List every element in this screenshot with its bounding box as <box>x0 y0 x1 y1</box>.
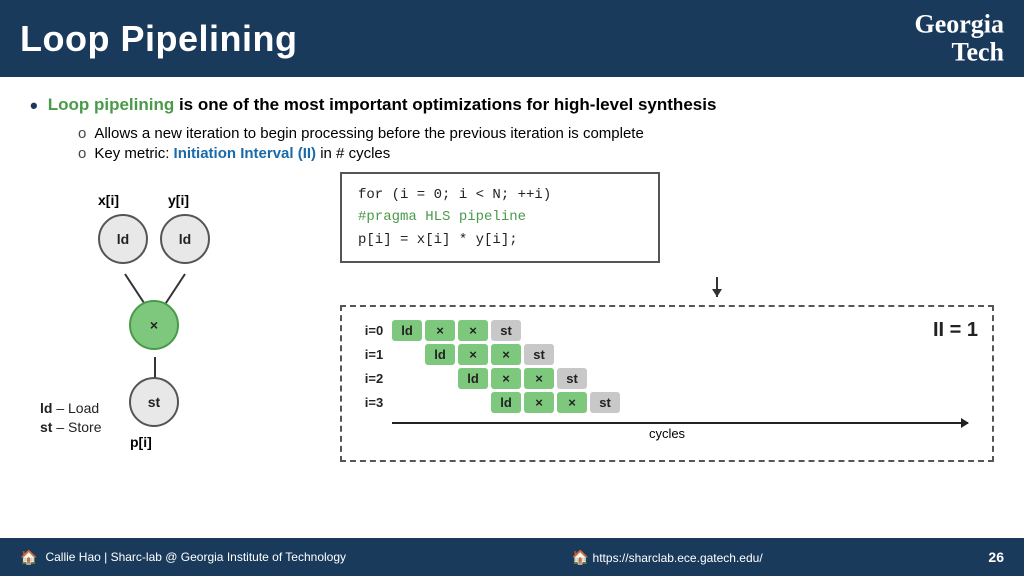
footer-left: 🏠 Callie Hao | Sharc-lab @ Georgia Insti… <box>20 549 346 566</box>
footer: 🏠 Callie Hao | Sharc-lab @ Georgia Insti… <box>0 538 1024 576</box>
ii-highlight: Initiation Interval (II) <box>174 145 317 162</box>
code-line-2: #pragma HLS pipeline <box>358 206 642 228</box>
ii-label: II = 1 <box>933 319 978 342</box>
code-line-1: for (i = 0; i < N; ++i) <box>358 184 642 206</box>
down-arrow-container <box>440 277 994 297</box>
label-xi: x[i] <box>98 192 119 208</box>
iter-label-3: i=3 <box>359 392 389 413</box>
node-st: st <box>129 377 179 427</box>
cell-2-3: st <box>557 368 587 389</box>
footer-author: Callie Hao | Sharc-lab @ Georgia Institu… <box>45 550 346 564</box>
node-ld2: ld <box>160 214 210 264</box>
cell-0-1: × <box>425 320 455 341</box>
cell-0-2: × <box>458 320 488 341</box>
footer-url: 🏠 https://sharclab.ece.gatech.edu/ <box>572 549 763 566</box>
bullet-dot: • <box>30 93 38 119</box>
label-pi: p[i] <box>130 434 152 450</box>
cell-2-1: × <box>491 368 521 389</box>
cell-3-0: ld <box>491 392 521 413</box>
content-area: x[i] y[i] ld ld × st p[i] <box>30 172 994 462</box>
slide-title: Loop Pipelining <box>20 18 297 60</box>
pipeline-table: i=0 ld × × st i=1 <box>356 317 623 416</box>
logo-line2: Tech <box>952 39 1005 68</box>
main-content: • Loop pipelining is one of the most imp… <box>0 77 1024 538</box>
code-box: for (i = 0; i < N; ++i) #pragma HLS pipe… <box>340 172 660 263</box>
sub-bullet-1-text: Allows a new iteration to begin processi… <box>94 125 643 142</box>
cell-2-2: × <box>524 368 554 389</box>
cell-3-1: × <box>524 392 554 413</box>
cell-1-3: st <box>524 344 554 365</box>
cell-0-3: st <box>491 320 521 341</box>
georgia-tech-logo: Georgia Tech <box>914 10 1004 67</box>
legend-st: st – Store <box>40 419 310 435</box>
label-yi: y[i] <box>168 192 189 208</box>
home-icon: 🏠 <box>20 549 37 566</box>
pipeline-box: II = 1 i=0 ld × × st <box>340 305 994 462</box>
main-bullet: • Loop pipelining is one of the most imp… <box>30 95 994 119</box>
pipeline-row-1: i=1 ld × × st <box>359 344 620 365</box>
pipeline-row-0: i=0 ld × × st <box>359 320 620 341</box>
footer-page-number: 26 <box>988 549 1004 565</box>
sub-bullet-2-text: Key metric: Initiation Interval (II) in … <box>94 145 390 162</box>
bullet-main-text: is one of the most important optimizatio… <box>174 95 716 114</box>
diagram-svg <box>30 172 290 392</box>
right-area: for (i = 0; i < N; ++i) #pragma HLS pipe… <box>340 172 994 462</box>
iter-label-0: i=0 <box>359 320 389 341</box>
cell-1-0: ld <box>425 344 455 365</box>
pipeline-row-2: i=2 ld × × st <box>359 368 620 389</box>
node-mul: × <box>129 300 179 350</box>
iter-label-2: i=2 <box>359 368 389 389</box>
cell-0-0: ld <box>392 320 422 341</box>
cell-2-0: ld <box>458 368 488 389</box>
bullet-text: Loop pipelining is one of the most impor… <box>48 95 717 115</box>
sub-bullets: o Allows a new iteration to begin proces… <box>78 125 994 162</box>
highlight-loop-pipelining: Loop pipelining <box>48 95 175 114</box>
cell-3-3: st <box>590 392 620 413</box>
iter-label-1: i=1 <box>359 344 389 365</box>
code-line-3: p[i] = x[i] * y[i]; <box>358 229 642 251</box>
cycles-label: cycles <box>356 426 978 441</box>
left-diagram: x[i] y[i] ld ld × st p[i] <box>30 172 310 462</box>
logo-line1: Georgia <box>914 10 1004 39</box>
header: Loop Pipelining Georgia Tech <box>0 0 1024 77</box>
cell-3-2: × <box>557 392 587 413</box>
down-arrow <box>716 277 718 297</box>
diagram-nodes: x[i] y[i] ld ld × st p[i] <box>30 172 290 392</box>
cycles-container: cycles <box>356 422 978 450</box>
sub-bullet-1: o Allows a new iteration to begin proces… <box>78 125 994 142</box>
sub-bullet-2: o Key metric: Initiation Interval (II) i… <box>78 145 994 162</box>
pipeline-row-3: i=3 ld × × st <box>359 392 620 413</box>
cell-1-2: × <box>491 344 521 365</box>
node-ld1: ld <box>98 214 148 264</box>
cell-1-1: × <box>458 344 488 365</box>
